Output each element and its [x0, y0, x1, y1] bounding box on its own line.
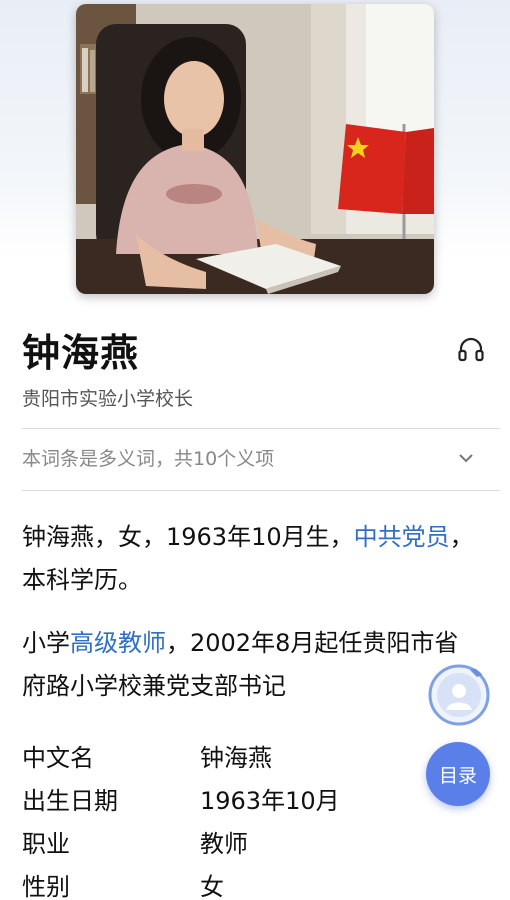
divider [22, 490, 500, 491]
infobox-key: 中文名 [22, 744, 94, 772]
divider [22, 428, 500, 429]
infobox-row: 职业 教师 [22, 820, 422, 863]
polysemy-selector[interactable]: 本词条是多义词，共10个义项 [22, 444, 482, 474]
infobox-row: 中文名 钟海燕 [22, 734, 422, 777]
infobox-value: 女 [200, 873, 224, 900]
summary-text: 钟海燕，女，1963年10月生， [22, 523, 354, 551]
portrait-photo[interactable] [76, 4, 434, 294]
infobox-key: 职业 [22, 830, 70, 858]
summary-paragraph: 钟海燕，女，1963年10月生，中共党员，本科学历。 [22, 516, 478, 602]
title-row: 钟海燕 [22, 322, 488, 378]
page-title: 钟海燕 [22, 331, 140, 375]
infobox-row: 性别 女 [22, 863, 422, 900]
toc-label: 目录 [438, 764, 477, 787]
senior-teacher-link[interactable]: 高级教师 [70, 629, 166, 657]
toc-button[interactable]: 目录 [426, 742, 490, 806]
infobox-value: 教师 [200, 830, 248, 858]
party-member-link[interactable]: 中共党员 [354, 523, 450, 551]
summary-text: 小学 [22, 629, 70, 657]
infobox-key: 性别 [22, 873, 70, 900]
polysemy-note: 本词条是多义词，共10个义项 [22, 448, 275, 470]
infobox-row: 出生日期 1963年10月 [22, 777, 422, 820]
infobox: 中文名 钟海燕 出生日期 1963年10月 职业 教师 性别 女 [22, 734, 422, 900]
headphones-icon[interactable] [456, 334, 486, 364]
infobox-value: 钟海燕 [200, 744, 272, 772]
infobox-value: 1963年10月 [200, 787, 340, 815]
avatar-assistant-icon[interactable] [428, 664, 490, 726]
summary-paragraph: 小学高级教师，2002年8月起任贵阳市省府路小学校兼党支部书记 [22, 622, 478, 708]
chevron-down-icon[interactable] [456, 448, 476, 468]
entry-subtitle: 贵阳市实验小学校长 [22, 388, 194, 410]
infobox-key: 出生日期 [22, 787, 118, 815]
